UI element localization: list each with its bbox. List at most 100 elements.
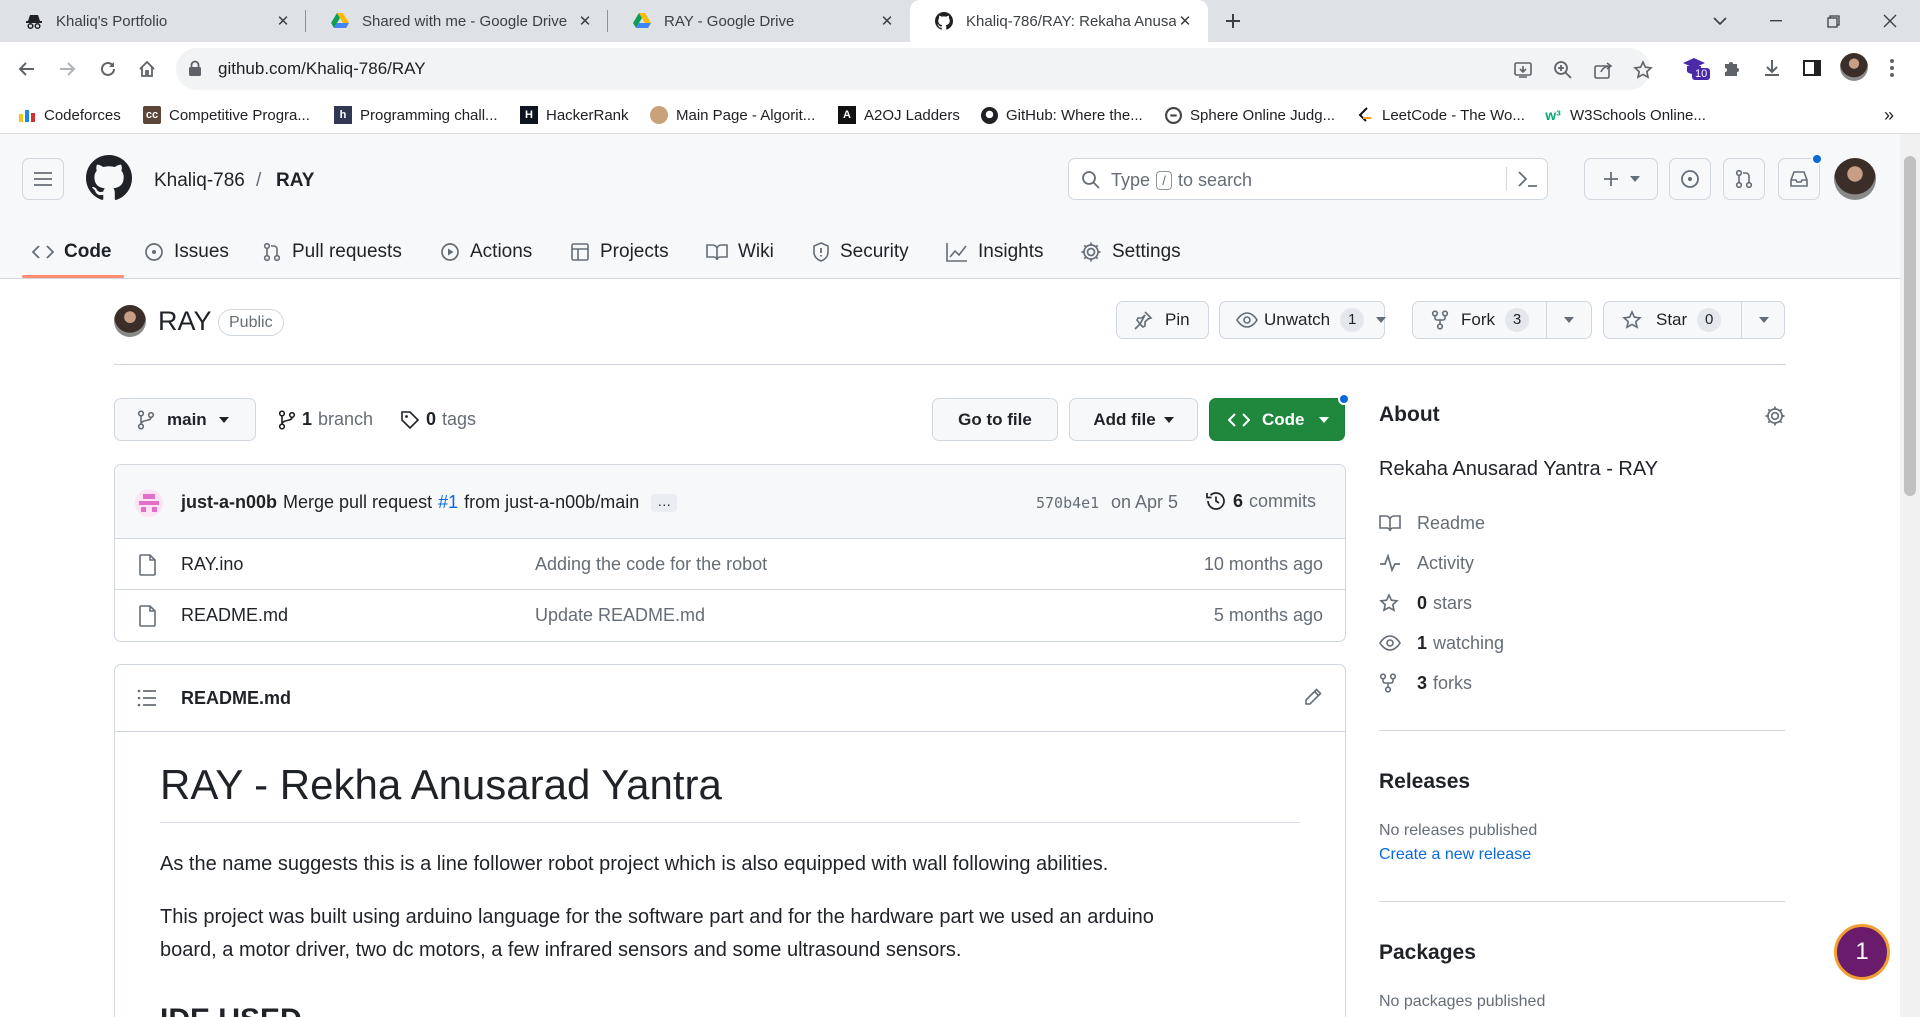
lock-icon[interactable] (188, 60, 202, 77)
stars-link[interactable]: 0 stars (1379, 591, 1472, 615)
fork-button[interactable]: Fork 3 (1412, 301, 1592, 339)
install-app-icon[interactable] (1512, 59, 1534, 81)
commit-author[interactable]: just-a-n00b (181, 492, 277, 513)
floating-notification-badge[interactable]: 1 (1834, 924, 1890, 980)
profile-avatar[interactable] (1840, 53, 1868, 81)
issues-icon-button[interactable] (1669, 158, 1711, 200)
browser-tab[interactable]: Shared with me - Google Drive ✕ (306, 0, 608, 42)
chevron-down-icon[interactable] (1692, 0, 1748, 42)
bookmark-item[interactable]: GitHub: Where the... (980, 104, 1143, 126)
close-icon[interactable]: ✕ (878, 12, 896, 30)
expand-commit-button[interactable]: … (651, 493, 678, 512)
commit-message-suffix[interactable]: from just-a-n00b/main (464, 492, 639, 513)
puzzle-icon[interactable] (1718, 54, 1746, 82)
close-window-button[interactable] (1862, 0, 1918, 42)
file-row[interactable]: RAY.ino Adding the code for the robot 10… (115, 539, 1345, 590)
tab-issues[interactable]: Issues (144, 226, 229, 278)
forward-button[interactable] (52, 54, 82, 84)
bookmark-item[interactable]: A A2OJ Ladders (838, 104, 960, 126)
commits-link[interactable]: 6 commits (1205, 490, 1316, 512)
file-commit-message[interactable]: Update README.md (535, 605, 705, 626)
create-release-link[interactable]: Create a new release (1379, 846, 1531, 864)
packages-heading[interactable]: Packages (1379, 941, 1476, 965)
browser-tab-active[interactable]: Khaliq-786/RAY: Rekaha Anusarad Yantra ✕ (910, 0, 1208, 42)
tab-pull-requests[interactable]: Pull requests (262, 226, 402, 278)
caret-down-icon[interactable] (1759, 317, 1769, 323)
pull-requests-icon-button[interactable] (1723, 158, 1765, 200)
bookmark-item[interactable]: Main Page - Algorit... (650, 104, 815, 126)
minimize-button[interactable] (1748, 0, 1804, 42)
repo-name[interactable]: RAY (158, 306, 212, 337)
inbox-icon-button[interactable] (1778, 153, 1823, 200)
readme-link[interactable]: Readme (1379, 511, 1485, 535)
bookmark-item[interactable]: H HackerRank (520, 104, 629, 126)
bookmark-item[interactable]: h Programming chall... (334, 104, 498, 126)
commit-message-prefix[interactable]: Merge pull request (283, 492, 432, 513)
close-icon[interactable]: ✕ (576, 12, 594, 30)
star-button[interactable]: Star 0 (1603, 301, 1785, 339)
create-new-button[interactable] (1584, 158, 1658, 200)
zoom-icon[interactable] (1552, 59, 1574, 81)
gear-icon[interactable] (1764, 405, 1786, 427)
caret-down-icon[interactable] (1564, 317, 1574, 323)
tab-insights[interactable]: Insights (946, 226, 1043, 278)
file-row[interactable]: README.md Update README.md 5 months ago (115, 590, 1345, 641)
breadcrumb-owner[interactable]: Khaliq-786 (154, 170, 245, 192)
hamburger-menu-button[interactable] (22, 158, 64, 200)
activity-link[interactable]: Activity (1379, 551, 1474, 575)
reload-button[interactable] (93, 54, 123, 84)
home-button[interactable] (132, 54, 162, 84)
browser-tab[interactable]: RAY - Google Drive ✕ (608, 0, 910, 42)
bookmark-item[interactable]: cc Competitive Progra... (143, 104, 310, 126)
address-bar[interactable]: github.com/Khaliq-786/RAY (176, 48, 1653, 90)
tab-settings[interactable]: Settings (1080, 226, 1181, 278)
bookmark-item[interactable]: Sphere Online Judg... (1164, 104, 1335, 126)
file-commit-message[interactable]: Adding the code for the robot (535, 554, 767, 575)
committer-avatar[interactable] (135, 489, 163, 517)
download-icon[interactable] (1758, 54, 1786, 82)
restore-button[interactable] (1805, 0, 1861, 42)
user-avatar[interactable] (1834, 158, 1876, 200)
star-bookmark-icon[interactable] (1632, 59, 1654, 81)
pr-link[interactable]: #1 (438, 492, 458, 513)
new-tab-button[interactable] (1219, 7, 1247, 35)
unwatch-button[interactable]: Unwatch 1 (1219, 301, 1387, 339)
branches-link[interactable]: 1 branch (278, 409, 373, 430)
extension-badge-icon[interactable]: 10 (1680, 54, 1711, 82)
forks-link[interactable]: 3 forks (1379, 671, 1472, 695)
browser-tab[interactable]: Khaliq's Portfolio ✕ (0, 0, 306, 42)
command-palette-icon[interactable] (1517, 169, 1539, 189)
bookmark-item[interactable]: Codeforces (18, 104, 121, 126)
bookmark-item[interactable]: LeetCode - The Wo... (1356, 104, 1525, 126)
tab-security[interactable]: Security (812, 226, 909, 278)
search-input[interactable]: Type / to search (1068, 158, 1548, 200)
close-icon[interactable]: ✕ (274, 12, 292, 30)
share-icon[interactable] (1592, 59, 1614, 81)
file-name[interactable]: RAY.ino (181, 554, 243, 575)
pin-button[interactable]: Pin (1116, 301, 1209, 339)
pencil-icon[interactable] (1303, 687, 1323, 707)
go-to-file-button[interactable]: Go to file (932, 398, 1058, 441)
releases-heading[interactable]: Releases (1379, 770, 1470, 794)
tags-link[interactable]: 0 tags (400, 409, 476, 430)
readme-filename[interactable]: README.md (181, 688, 291, 709)
tab-wiki[interactable]: Wiki (706, 226, 774, 278)
page-scrollbar[interactable] (1900, 134, 1920, 1017)
tab-code[interactable]: Code (22, 226, 123, 278)
add-file-button[interactable]: Add file (1069, 398, 1198, 441)
close-icon[interactable]: ✕ (1176, 12, 1194, 30)
bookmark-item[interactable]: w³ W3Schools Online... (1544, 104, 1706, 126)
kebab-menu-icon[interactable] (1878, 54, 1906, 82)
file-name[interactable]: README.md (181, 605, 288, 626)
watching-link[interactable]: 1 watching (1379, 631, 1504, 655)
scrollbar-thumb[interactable] (1904, 156, 1916, 496)
list-outline-icon[interactable] (137, 689, 157, 707)
tab-projects[interactable]: Projects (570, 226, 669, 278)
code-button[interactable]: Code (1209, 393, 1350, 441)
url-text[interactable]: github.com/Khaliq-786/RAY (218, 59, 426, 79)
commit-sha[interactable]: 570b4e1 (1036, 494, 1099, 512)
tab-actions[interactable]: Actions (440, 226, 532, 278)
branch-select-button[interactable]: main (114, 398, 256, 441)
breadcrumb-repo[interactable]: RAY (276, 170, 314, 192)
back-button[interactable] (12, 54, 42, 84)
